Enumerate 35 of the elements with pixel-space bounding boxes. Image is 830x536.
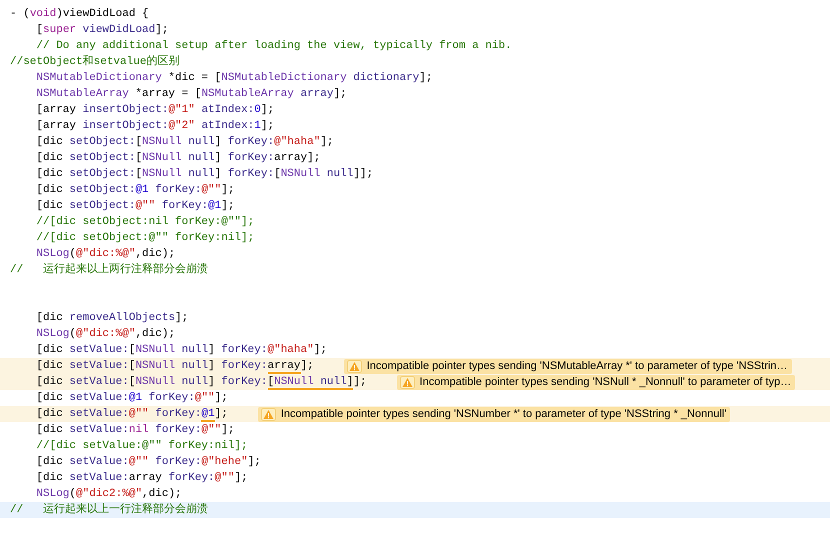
code-line: [dic setObject:@"" forKey:@1]; xyxy=(35,199,234,214)
code-line: [dic removeAllObjects]; xyxy=(35,311,188,326)
code-line: [dic setValue:@"" forKey:@"hehe"]; xyxy=(35,455,261,470)
warning-icon xyxy=(260,408,276,420)
code-line: [super viewDidLoad]; xyxy=(35,23,168,38)
code-line: [array insertObject:@"1" atIndex:0]; xyxy=(35,103,274,118)
code-line: // 运行起来以上两行注释部分会崩溃 xyxy=(9,262,208,278)
code-line: [array insertObject:@"2" atIndex:1]; xyxy=(35,119,274,134)
code-line: [dic setValue:@"" forKey:@1]; xyxy=(35,407,228,422)
code-line: [dic setObject:[NSNull null] forKey:[NSNull null]]; xyxy=(35,167,374,182)
code-line: [dic setObject:[NSNull null] forKey:@"haha"]; xyxy=(35,135,334,150)
code-line: //[dic setObject:nil forKey:@""]; xyxy=(35,215,254,230)
code-line: [dic setValue:[NSNull null] forKey:@"haha"]; xyxy=(35,343,327,358)
warning-message[interactable]: Incompatible pointer types sending 'NSNull * _Nonnull' to parameter of typ… xyxy=(396,374,796,390)
code-line: NSMutableArray *array = [NSMutableArray array]; xyxy=(35,87,347,102)
code-line: //[dic setObject:@"" forKey:nil]; xyxy=(35,231,254,246)
code-line: NSLog(@"dic:%@",dic); xyxy=(35,247,176,262)
code-line: //[dic setValue:@"" forKey:nil]; xyxy=(35,439,248,454)
warning-icon xyxy=(346,360,362,372)
code-line: NSLog(@"dic:%@",dic); xyxy=(35,327,176,342)
code-line: [dic setValue:nil forKey:@""]; xyxy=(35,423,234,438)
code-line: [dic setObject:@1 forKey:@""]; xyxy=(35,183,234,198)
code-line: [dic setValue:[NSNull null] forKey:[NSNull null]]; xyxy=(35,375,367,390)
code-line: [dic setValue:array forKey:@""]; xyxy=(35,471,248,486)
code-line: - (void)viewDidLoad { xyxy=(9,7,149,22)
code-line: // 运行起来以上一行注释部分会崩溃 xyxy=(9,502,208,518)
code-line: [dic setValue:@1 forKey:@""]; xyxy=(35,391,228,406)
code-line: [dic setObject:[NSNull null] forKey:array]; xyxy=(35,151,320,166)
warning-message[interactable]: Incompatible pointer types sending 'NSNumber *' to parameter of type 'NSString * _Nonnull' xyxy=(258,406,730,422)
code-line: //setObject和setvalue的区别 xyxy=(9,54,180,70)
code-line: NSMutableDictionary *dic = [NSMutableDictionary dictionary]; xyxy=(35,71,432,86)
warning-icon xyxy=(400,376,415,388)
code-line: NSLog(@"dic2:%@",dic); xyxy=(35,487,182,502)
code-line: // Do any additional setup after loading the view, typically from a nib. xyxy=(35,39,512,54)
warning-message[interactable]: Incompatible pointer types sending 'NSMutableArray *' to parameter of type 'NSStrin… xyxy=(344,358,792,374)
